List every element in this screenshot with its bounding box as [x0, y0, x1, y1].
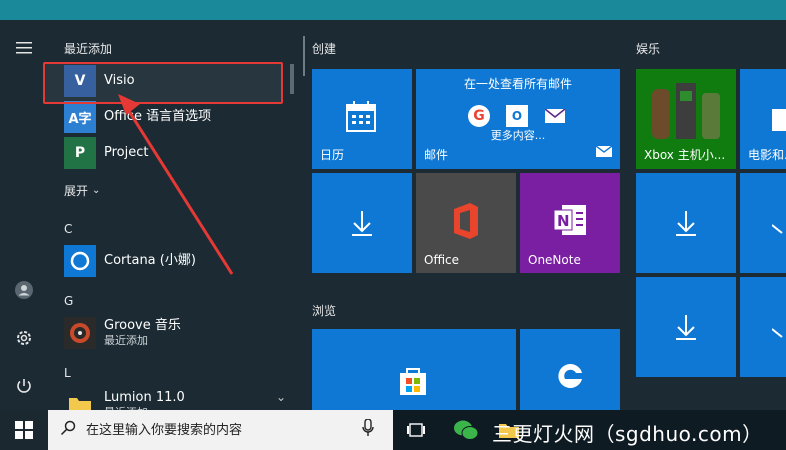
- search-input[interactable]: [84, 421, 348, 439]
- download-arrow-icon: [672, 209, 700, 241]
- store-bag-icon: [398, 365, 428, 399]
- tile-office[interactable]: Office: [416, 173, 516, 273]
- tile-xbox[interactable]: Xbox 主机小...: [636, 69, 736, 169]
- tile-store[interactable]: [312, 329, 516, 410]
- outlook-icon: O: [506, 105, 528, 127]
- tile-label: 日历: [320, 148, 345, 162]
- microphone-icon[interactable]: [362, 418, 374, 441]
- tile-label: Xbox 主机小...: [644, 148, 726, 162]
- tile-label: OneNote: [528, 253, 581, 267]
- tile-download-5[interactable]: [740, 277, 786, 377]
- tile-download-4[interactable]: [636, 277, 736, 377]
- google-icon: G: [468, 105, 490, 127]
- mail-more: 更多内容...: [490, 129, 546, 142]
- edge-icon: [555, 361, 585, 395]
- tile-calendar[interactable]: 日历: [312, 69, 412, 169]
- taskbar-search-box[interactable]: [48, 410, 393, 450]
- download-arrow-icon: [771, 315, 786, 347]
- mail-header: 在一处查看所有邮件: [463, 77, 572, 91]
- section-title-create: 创建: [312, 42, 337, 56]
- xbox-characters-image: [646, 79, 726, 151]
- tile-movies[interactable]: 电影和...: [740, 69, 786, 169]
- tile-download-3[interactable]: [740, 173, 786, 273]
- tile-label: 电影和...: [748, 148, 786, 162]
- tile-download-1[interactable]: [312, 173, 412, 273]
- task-view-icon[interactable]: [398, 410, 434, 450]
- wechat-icon[interactable]: [448, 410, 484, 450]
- section-title-browse: 浏览: [312, 304, 337, 318]
- tile-area-divider: [303, 36, 305, 76]
- tile-label: Office: [424, 253, 460, 267]
- mail-providers: G O: [468, 105, 566, 127]
- mail-badge-icon: [595, 142, 613, 161]
- envelope-icon: [544, 105, 566, 127]
- tile-mail[interactable]: 在一处查看所有邮件 G O 更多内容... 邮件: [416, 69, 620, 169]
- tile-onenote[interactable]: N OneNote: [520, 173, 620, 273]
- tile-edge[interactable]: [520, 329, 620, 410]
- watermark-text: 三更灯火网（sgdhuo.com）: [492, 422, 763, 446]
- office-icon: [450, 203, 482, 243]
- download-arrow-icon: [672, 313, 700, 345]
- tile-download-2[interactable]: [636, 173, 736, 273]
- download-arrow-icon: [348, 209, 376, 241]
- movies-icon: [772, 109, 786, 135]
- windows-logo-icon: [15, 421, 33, 439]
- onenote-icon: N: [552, 203, 588, 241]
- download-arrow-icon: [771, 211, 786, 243]
- section-title-entertainment: 娱乐: [636, 42, 661, 56]
- calendar-icon: [346, 101, 376, 137]
- start-button[interactable]: [0, 410, 48, 450]
- svg-text:N: N: [557, 212, 570, 230]
- search-icon: [60, 420, 76, 440]
- tile-label: 邮件: [424, 148, 449, 162]
